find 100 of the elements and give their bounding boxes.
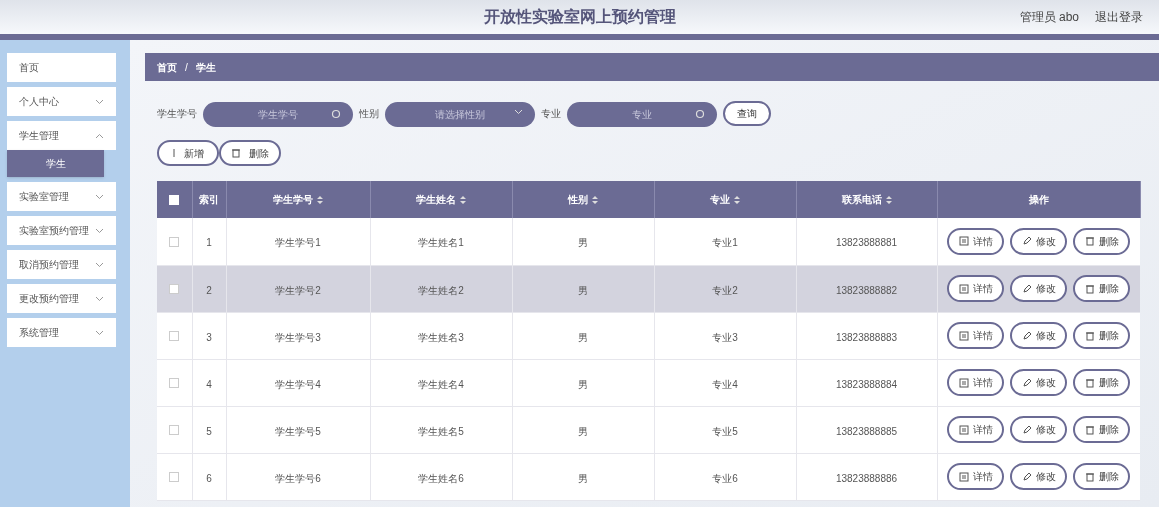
- trash-icon: [1084, 283, 1095, 294]
- table-cell: 13823888883: [835, 331, 898, 343]
- sidebar-subitem[interactable]: 学生: [7, 150, 104, 177]
- breadcrumb-link[interactable]: 学生: [195, 59, 216, 75]
- delete-button[interactable]: 删除: [1073, 369, 1131, 396]
- detail-button[interactable]: 详情: [947, 275, 1005, 302]
- table-row[interactable]: 5 学生学号5 学生姓名5 男 专业5 13823888885 详情 修改 删除: [157, 406, 1140, 453]
- delete-button[interactable]: 删除: [219, 140, 281, 166]
- table-cell: 专业5: [712, 425, 738, 437]
- table-row[interactable]: 1 学生学号1 学生姓名1 男 专业1 13823888881 详情 修改 删除: [157, 218, 1140, 265]
- table-cell: 学生姓名1: [418, 237, 464, 249]
- edit-button[interactable]: 修改: [1010, 322, 1068, 349]
- sidebar-item[interactable]: 系统管理: [7, 318, 116, 347]
- search-icon: [695, 108, 705, 119]
- document-icon: [958, 424, 969, 435]
- sidebar-item[interactable]: 实验室预约管理: [7, 216, 116, 245]
- table-cell: 13823888885: [835, 425, 898, 437]
- search-icon: [331, 108, 341, 119]
- pencil-icon: [1021, 283, 1032, 294]
- sort-icon: [460, 196, 466, 205]
- table-cell: 13823888884: [835, 378, 898, 390]
- field-label: 性别: [359, 106, 379, 121]
- delete-button[interactable]: 删除: [1073, 463, 1131, 490]
- table-row[interactable]: 3 学生学号3 学生姓名3 男 专业3 13823888883 详情 修改 删除: [157, 312, 1140, 359]
- table-cell: 2: [206, 284, 212, 296]
- add-button[interactable]: 新增: [157, 140, 219, 166]
- field-label: 学生学号: [157, 106, 197, 121]
- logout-link[interactable]: 退出登录: [1095, 8, 1143, 26]
- table-cell: 专业3: [712, 331, 738, 343]
- table-cell: 男: [578, 425, 588, 437]
- sort-icon: [592, 196, 598, 205]
- sidebar-item[interactable]: 首页: [7, 53, 116, 82]
- detail-button[interactable]: 详情: [947, 369, 1005, 396]
- caret-icon: [514, 108, 523, 115]
- table-cell: 专业4: [712, 378, 738, 390]
- sidebar-item[interactable]: 个人中心: [7, 87, 116, 116]
- sidebar-item[interactable]: 取消预约管理: [7, 250, 116, 279]
- row-checkbox[interactable]: [169, 425, 180, 436]
- detail-button[interactable]: 详情: [947, 416, 1005, 443]
- query-button[interactable]: 查询: [723, 100, 771, 126]
- column-header[interactable]: 性别: [568, 194, 598, 205]
- sidebar-item[interactable]: 实验室管理: [7, 182, 116, 211]
- trash-icon: [1084, 236, 1095, 247]
- table-cell: 学生学号3: [275, 331, 321, 343]
- sort-icon: [317, 196, 323, 205]
- column-header[interactable]: 学生姓名: [416, 194, 466, 205]
- trash-icon: [1084, 424, 1095, 435]
- edit-button[interactable]: 修改: [1010, 369, 1068, 396]
- table-cell: 5: [206, 425, 212, 437]
- column-header[interactable]: 联系电话: [841, 194, 892, 205]
- pencil-icon: [1021, 236, 1032, 247]
- breadcrumb-link[interactable]: 首页: [157, 59, 177, 75]
- table-cell: 学生姓名5: [418, 425, 464, 437]
- detail-button[interactable]: 详情: [947, 463, 1005, 490]
- document-icon: [958, 283, 969, 294]
- row-checkbox[interactable]: [169, 284, 180, 295]
- search-field[interactable]: 专业: [567, 101, 717, 127]
- document-icon: [958, 330, 969, 341]
- table-row[interactable]: 4 学生学号4 学生姓名4 男 专业4 13823888884 详情 修改 删除: [157, 359, 1140, 406]
- table-cell: 学生姓名6: [418, 472, 464, 484]
- delete-button[interactable]: 删除: [1073, 227, 1131, 255]
- select-field[interactable]: 请选择性别: [385, 101, 535, 127]
- detail-button[interactable]: 详情: [947, 227, 1005, 255]
- trash-icon: [1084, 377, 1095, 388]
- table-cell: 学生学号2: [275, 284, 321, 296]
- search-field[interactable]: 学生学号: [203, 101, 353, 127]
- table-cell: 男: [578, 284, 588, 296]
- row-checkbox[interactable]: [169, 237, 180, 247]
- table-cell: 男: [578, 472, 588, 484]
- row-checkbox[interactable]: [169, 331, 180, 342]
- table-cell: 13823888882: [835, 284, 898, 296]
- trash-icon: [1084, 471, 1095, 482]
- select-all-checkbox[interactable]: [169, 195, 180, 206]
- detail-button[interactable]: 详情: [947, 322, 1005, 349]
- delete-button[interactable]: 删除: [1073, 275, 1131, 302]
- table-row[interactable]: 2 学生学号2 学生姓名2 男 专业2 13823888882 详情 修改 删除: [157, 265, 1140, 312]
- sidebar-item[interactable]: 学生管理: [7, 121, 116, 150]
- column-header: 操作: [1028, 194, 1049, 205]
- table-cell: 学生学号1: [275, 237, 321, 249]
- table-row[interactable]: 6 学生学号6 学生姓名6 男 专业6 13823888886 详情 修改 删除: [157, 453, 1140, 500]
- table-cell: 专业6: [712, 472, 738, 484]
- row-checkbox[interactable]: [169, 378, 180, 389]
- edit-button[interactable]: 修改: [1010, 275, 1068, 302]
- trash-icon: [1084, 330, 1095, 341]
- sidebar-item[interactable]: 更改预约管理: [7, 284, 116, 313]
- table-cell: 1: [206, 237, 212, 249]
- delete-button[interactable]: 删除: [1073, 416, 1131, 443]
- row-checkbox[interactable]: [169, 472, 180, 483]
- table-cell: 13823888881: [835, 237, 898, 249]
- app-title: 开放性实验室网上预约管理: [483, 7, 676, 27]
- document-icon: [958, 377, 969, 388]
- edit-button[interactable]: 修改: [1010, 463, 1068, 490]
- column-header[interactable]: 专业: [710, 194, 740, 205]
- edit-button[interactable]: 修改: [1010, 416, 1068, 443]
- table-cell: 男: [578, 331, 588, 343]
- table-cell: 学生学号5: [275, 425, 321, 437]
- delete-button[interactable]: 删除: [1073, 322, 1131, 349]
- table-cell: 男: [578, 237, 588, 249]
- edit-button[interactable]: 修改: [1010, 227, 1068, 255]
- column-header[interactable]: 学生学号: [273, 194, 323, 205]
